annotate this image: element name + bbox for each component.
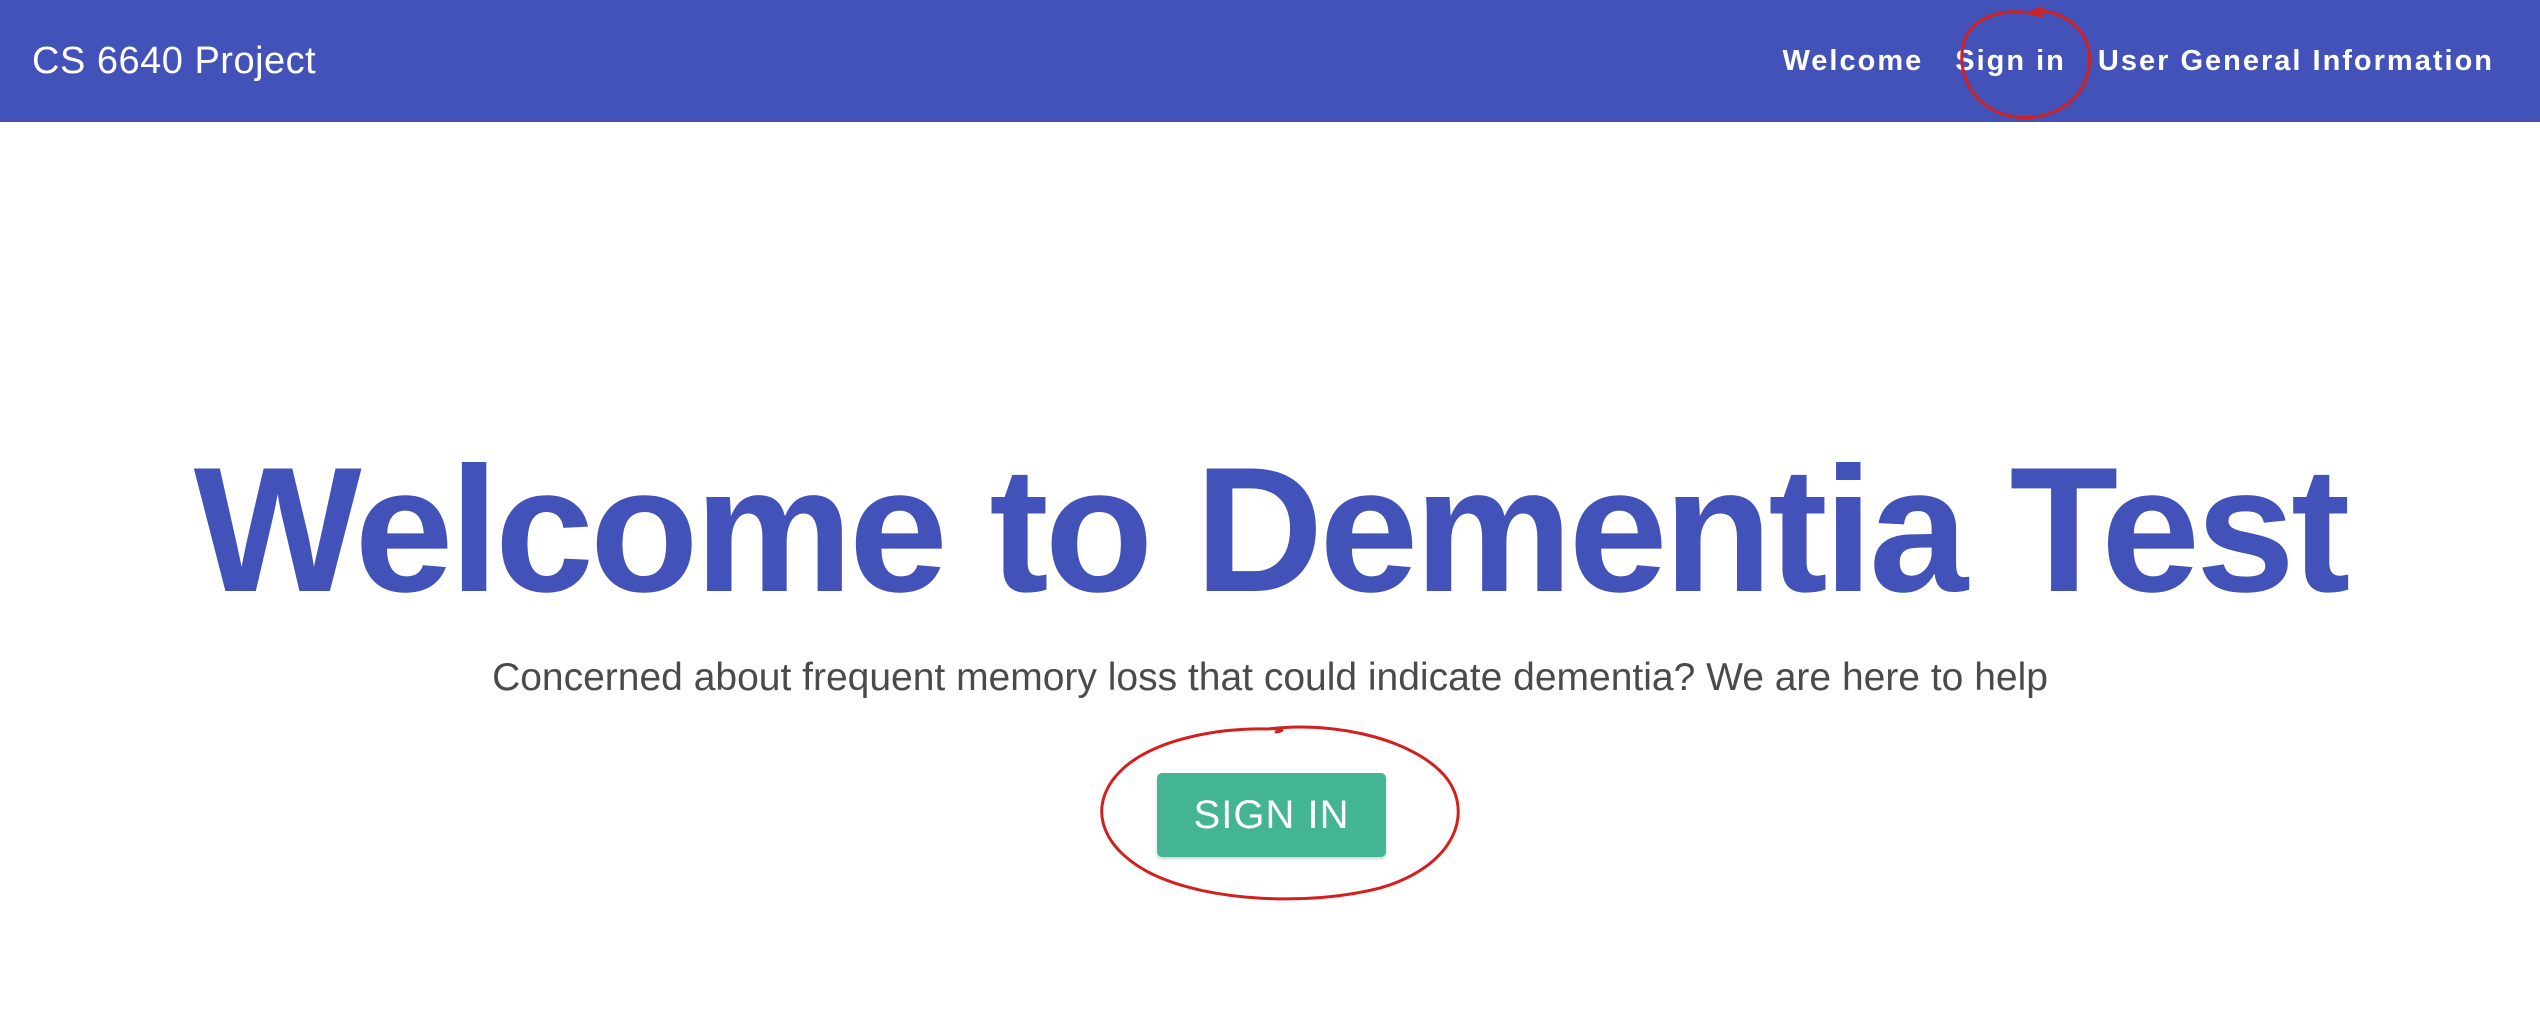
nav-link-sign-in[interactable]: Sign in — [1939, 45, 2082, 78]
page-title: Welcome to Dementia Test — [193, 430, 2351, 629]
nav-links: Welcome Sign in User General Information — [1766, 45, 2494, 78]
brand-link[interactable]: CS 6640 Project — [32, 40, 316, 83]
sign-in-button[interactable]: SIGN IN — [1157, 773, 1386, 857]
nav-link-welcome[interactable]: Welcome — [1766, 45, 1939, 78]
nav-link-user-general-information[interactable]: User General Information — [2082, 45, 2494, 78]
hero-subtitle: Concerned about frequent memory loss tha… — [492, 656, 2048, 699]
top-navbar: CS 6640 Project Welcome Sign in User Gen… — [0, 0, 2540, 122]
